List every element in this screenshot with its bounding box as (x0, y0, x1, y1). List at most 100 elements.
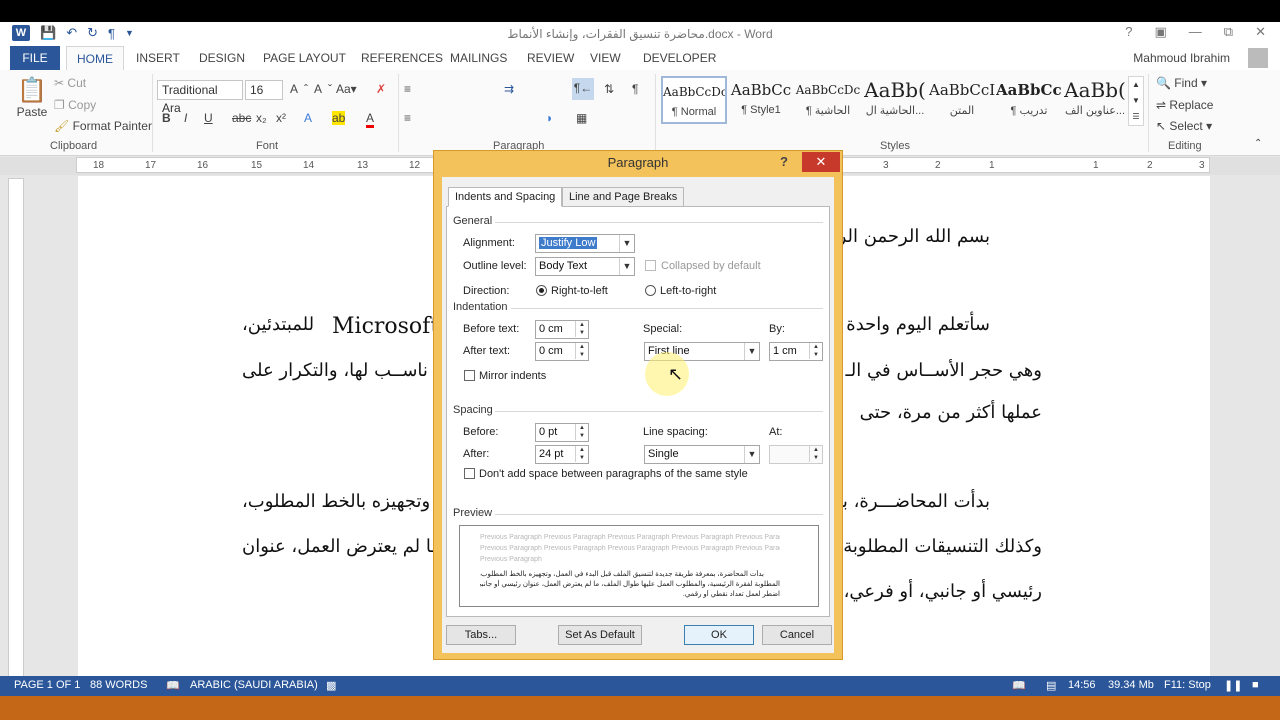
cancel-button[interactable]: Cancel (762, 625, 832, 645)
by-spinner[interactable]: 1 cm ▲ ▼ (769, 342, 823, 361)
ok-button[interactable]: OK (684, 625, 754, 645)
spacing-after-spinner[interactable]: 24 pt ▲ ▼ (535, 445, 589, 464)
collapsed-checkbox[interactable] (645, 260, 656, 271)
select-button[interactable]: ↖ Select ▾ (1156, 119, 1212, 133)
word-count[interactable]: 88 WORDS (90, 679, 147, 691)
read-mode-icon[interactable]: 📖 (1012, 679, 1026, 692)
language-indicator[interactable]: ARABIC (SAUDI ARABIA) (190, 679, 318, 691)
help-icon[interactable]: ? (1125, 24, 1132, 40)
show-hide-marks-icon[interactable]: ¶ (632, 82, 638, 96)
restore-icon[interactable]: ⧉ (1224, 24, 1233, 40)
style-hashia-2[interactable]: AaBb(الحاشية ال... (862, 76, 928, 124)
line-spacing-select[interactable]: Single ▼ (644, 445, 760, 464)
before-text-spinner[interactable]: 0 cm ▲ ▼ (535, 320, 589, 339)
style-style1[interactable]: AaBbCc ¶ Style1 (728, 76, 794, 124)
redo-icon[interactable]: ↻ (87, 25, 98, 41)
minimize-icon[interactable]: — (1189, 24, 1202, 40)
style-tadreeb[interactable]: AaBbCcI ¶ تدريب (996, 76, 1062, 124)
styles-scroll[interactable]: ▲ ▼ ☰ (1128, 76, 1144, 126)
tab-file[interactable]: FILE (10, 46, 60, 70)
spacing-before-spinner[interactable]: 0 pt ▲ ▼ (535, 423, 589, 442)
dont-add-space-checkbox[interactable] (464, 468, 475, 479)
dialog-help-icon[interactable]: ? (780, 154, 788, 169)
tab-line-page-breaks[interactable]: Line and Page Breaks (562, 187, 685, 207)
bullets-icon[interactable]: ≡ (404, 82, 411, 96)
underline-icon[interactable]: U (204, 111, 213, 125)
pause-icon[interactable]: ❚❚ (1224, 679, 1242, 692)
grow-shrink-font-icon[interactable]: AˆAˇ (290, 82, 338, 96)
rtl-paragraph-icon[interactable]: ¶← (572, 78, 594, 100)
show-marks-icon[interactable]: ¶ (108, 26, 115, 41)
borders-icon[interactable]: ▦ (576, 111, 587, 125)
print-layout-icon[interactable]: ▤ (1046, 679, 1056, 692)
alignment-select[interactable]: Justify Low ▼ (535, 234, 635, 253)
mirror-indents-checkbox[interactable] (464, 370, 475, 381)
rtl-radio[interactable] (536, 285, 547, 296)
spin-down-icon[interactable]: ▼ (575, 432, 588, 440)
spin-up-icon[interactable]: ▲ (575, 321, 588, 329)
find-button[interactable]: 🔍 Find ▾ (1156, 76, 1207, 90)
ribbon-display-icon[interactable]: ▣ (1155, 24, 1167, 40)
set-as-default-button[interactable]: Set As Default (558, 625, 642, 645)
vertical-ruler[interactable] (8, 178, 24, 678)
align-left-icon[interactable]: ≡ (404, 111, 411, 125)
sort-icon[interactable]: ⇅ (604, 82, 614, 96)
style-hashia[interactable]: AaBbCcDc ¶ الحاشية (795, 76, 861, 124)
shading-icon[interactable]: ◗ (546, 111, 553, 125)
outline-level-select[interactable]: Body Text ▼ (535, 257, 635, 276)
after-text-spinner[interactable]: 0 cm ▲ ▼ (535, 342, 589, 361)
style-normal[interactable]: AaBbCcDc ¶ Normal (661, 76, 727, 124)
paste-button[interactable]: 📋 Paste (14, 76, 50, 119)
font-size-box[interactable]: 16 (245, 80, 283, 100)
italic-icon[interactable]: I (184, 111, 187, 125)
stop-icon[interactable]: ■ (1252, 679, 1259, 691)
undo-icon[interactable]: ↶ (66, 25, 77, 41)
spin-down-icon[interactable]: ▼ (809, 454, 822, 462)
cut-button[interactable]: ✂ Cut (54, 76, 86, 90)
spin-down-icon[interactable]: ▼ (575, 351, 588, 359)
recorder-stop[interactable]: F11: Stop (1164, 679, 1211, 691)
dialog-close-icon[interactable]: ✕ (802, 152, 840, 172)
tab-home[interactable]: HOME (66, 46, 124, 71)
strikethrough-icon[interactable]: abc (232, 111, 251, 125)
spin-up-icon[interactable]: ▲ (575, 446, 588, 454)
tab-developer[interactable]: DEVELOPER (633, 46, 726, 70)
spin-down-icon[interactable]: ▼ (575, 329, 588, 337)
user-name[interactable]: Mahmoud Ibrahim (1133, 51, 1230, 65)
at-spinner[interactable]: ▲ ▼ (769, 445, 823, 464)
font-name-box[interactable]: Traditional Ara (157, 80, 243, 115)
style-matn[interactable]: AaBbCcI المتن (929, 76, 995, 124)
ltr-radio[interactable] (645, 285, 656, 296)
spin-up-icon[interactable]: ▲ (809, 343, 822, 351)
indent-icon[interactable]: ⇉ (504, 82, 514, 96)
subscript-icon[interactable]: x₂ (256, 111, 267, 125)
tab-page-layout[interactable]: PAGE LAYOUT (253, 46, 356, 70)
text-effects-icon[interactable]: A (304, 111, 312, 125)
clear-formatting-icon[interactable]: ✗ (376, 82, 386, 96)
collapse-ribbon-icon[interactable]: ⌃ (1254, 138, 1262, 149)
proofing-icon[interactable]: 📖 (166, 679, 180, 692)
page-count[interactable]: PAGE 1 OF 1 (14, 679, 80, 691)
font-color-icon[interactable]: A (366, 111, 375, 128)
macro-record-icon[interactable]: ▩ (326, 679, 336, 692)
spin-down-icon[interactable]: ▼ (575, 454, 588, 462)
spin-up-icon[interactable]: ▲ (575, 343, 588, 351)
spin-up-icon[interactable]: ▲ (809, 446, 822, 454)
tab-references[interactable]: REFERENCES (351, 46, 453, 70)
word-app-icon[interactable]: W (12, 25, 30, 41)
copy-button[interactable]: ❐ Copy (54, 98, 96, 112)
tab-design[interactable]: DESIGN (189, 46, 255, 70)
highlight-icon[interactable]: ab (332, 111, 346, 125)
replace-button[interactable]: ⇌ Replace (1156, 98, 1213, 112)
superscript-icon[interactable]: x² (276, 111, 286, 125)
avatar[interactable] (1248, 48, 1268, 68)
save-icon[interactable]: 💾 (40, 25, 56, 41)
bold-icon[interactable]: B (162, 111, 171, 125)
tabs-button[interactable]: Tabs... (446, 625, 516, 645)
tab-mailings[interactable]: MAILINGS (440, 46, 517, 70)
tab-indents-spacing[interactable]: Indents and Spacing (448, 187, 563, 207)
close-window-icon[interactable]: ✕ (1255, 24, 1266, 40)
style-anaween[interactable]: AaBb(عناوين الف... (1062, 76, 1128, 124)
spin-up-icon[interactable]: ▲ (575, 424, 588, 432)
spin-down-icon[interactable]: ▼ (809, 351, 822, 359)
